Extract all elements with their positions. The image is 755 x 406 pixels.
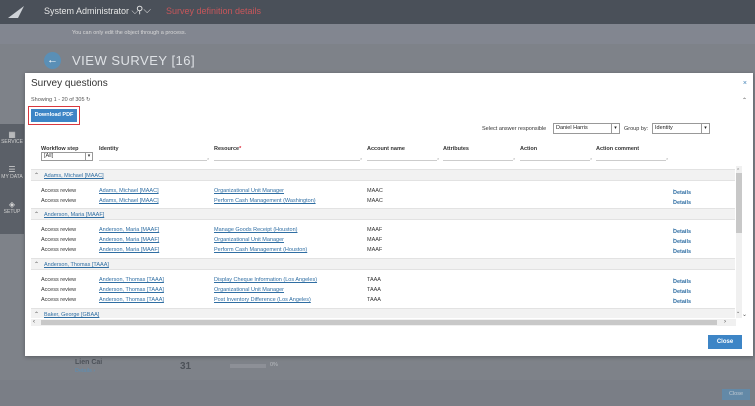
bottom-bar xyxy=(0,380,755,406)
user-menu[interactable]: System Administrator ⌵ xyxy=(44,6,138,17)
table-row: Access review Anderson, Thomas [TAAA] Or… xyxy=(41,287,692,295)
responsible-label: Select answer responsible xyxy=(482,126,547,132)
horizontal-scroll-thumb[interactable] xyxy=(41,320,717,325)
scroll-up-icon[interactable]: ⌃ xyxy=(736,168,740,174)
clear-filter-icon[interactable]: × xyxy=(207,156,209,161)
chevron-up-icon: ⌃ xyxy=(34,212,40,218)
action-filter[interactable] xyxy=(520,153,590,161)
bg-details-link[interactable]: Details › xyxy=(75,368,95,374)
details-link[interactable]: Details › xyxy=(673,287,691,295)
group-header[interactable]: ⌃ Baker, George [GBAA] xyxy=(31,308,735,318)
bg-progress-bar xyxy=(230,364,266,368)
clear-filter-icon[interactable]: × xyxy=(666,156,668,161)
table-row: Access review Anderson, Thomas [TAAA] Di… xyxy=(41,277,692,285)
details-link[interactable]: Details › xyxy=(673,188,691,196)
table-row: Access review Anderson, Maria [MAAF] Per… xyxy=(41,247,692,255)
groupby-select[interactable]: Identity ▾ xyxy=(652,123,710,134)
layers-icon: ◈ xyxy=(8,200,16,209)
resource-filter[interactable] xyxy=(214,153,360,161)
refresh-icon[interactable]: ↻ xyxy=(86,97,91,103)
vertical-scroll-thumb[interactable] xyxy=(736,173,742,233)
close-icon[interactable]: × xyxy=(743,80,747,87)
group-header[interactable]: ⌃ Anderson, Maria [MAAF] xyxy=(31,208,735,220)
col-identity[interactable]: Identity xyxy=(99,146,119,152)
chevron-down-icon: ▾ xyxy=(701,124,709,133)
app-logo-icon xyxy=(8,6,24,18)
menu-icon: ☰ xyxy=(8,165,16,174)
identity-filter[interactable] xyxy=(99,153,207,161)
scroll-down-icon[interactable]: ⌄ xyxy=(742,311,747,318)
action-comment-filter[interactable] xyxy=(596,153,666,161)
col-action-comment[interactable]: Action comment xyxy=(596,146,639,152)
clear-filter-icon[interactable]: × xyxy=(360,156,362,161)
group-header[interactable]: ⌃ Anderson, Thomas [TAAA] xyxy=(31,258,735,270)
col-action[interactable]: Action xyxy=(520,146,537,152)
details-link[interactable]: Details › xyxy=(673,227,691,235)
grid-icon: ▦ xyxy=(8,130,16,139)
scroll-right-icon[interactable]: › xyxy=(724,319,726,325)
table-row: Access review Anderson, Maria [MAAF] Org… xyxy=(41,237,692,245)
col-resource[interactable]: Resource* xyxy=(214,146,241,152)
groupby-label: Group by: xyxy=(624,126,649,132)
attributes-filter[interactable] xyxy=(443,153,513,161)
page-title: VIEW SURVEY [16] xyxy=(72,53,196,68)
details-link[interactable]: Details › xyxy=(673,237,691,245)
details-link[interactable]: Details › xyxy=(673,198,691,206)
bg-count: 31 xyxy=(180,361,192,372)
warning-text: Survey definition details xyxy=(166,6,262,16)
chevron-down-icon: ▾ xyxy=(611,124,619,133)
clear-filter-icon[interactable]: × xyxy=(590,156,592,161)
table-row: Access review Adams, Michael [MAAC] Orga… xyxy=(41,188,692,196)
group-header[interactable]: ⌃ Adams, Michael [MAAC] xyxy=(31,169,735,181)
table-row: Access review Adams, Michael [MAAC] Perf… xyxy=(41,198,692,206)
clear-filter-icon[interactable]: × xyxy=(437,156,439,161)
paging-info: Showing 1 - 20 of 305 ↻ xyxy=(31,97,91,103)
modal-title: Survey questions xyxy=(31,78,108,89)
chevron-up-icon: ⌃ xyxy=(34,173,40,179)
rail-item-service[interactable]: ▦ SERVICE xyxy=(0,130,24,145)
scroll-left-icon[interactable]: ‹ xyxy=(33,319,35,325)
chevron-up-icon: ⌃ xyxy=(34,262,40,268)
survey-questions-modal: Survey questions × Showing 1 - 20 of 305… xyxy=(25,73,753,356)
account-filter[interactable] xyxy=(367,153,437,161)
responsible-select[interactable]: Daniel Harris ▾ xyxy=(553,123,620,134)
download-pdf-button[interactable]: Download PDF xyxy=(28,106,80,125)
bg-person-name: Lien Cai xyxy=(75,359,103,366)
survey-question-list: ⌃ Adams, Michael [MAAC] Access review Ada… xyxy=(31,166,735,318)
back-arrow-icon[interactable]: ← xyxy=(44,52,61,69)
table-row: Access review Anderson, Maria [MAAF] Man… xyxy=(41,227,692,235)
clear-filter-icon[interactable]: × xyxy=(513,156,515,161)
rail-item-mydata[interactable]: ☰ MY DATA xyxy=(0,165,24,180)
chevron-down-icon: ▾ xyxy=(85,153,92,160)
details-link[interactable]: Details › xyxy=(673,247,691,255)
col-account-name[interactable]: Account name xyxy=(367,146,405,152)
scroll-up-icon[interactable]: ⌃ xyxy=(742,97,747,104)
search-icon[interactable]: ⚲⌵ xyxy=(136,5,151,16)
close-button[interactable]: Close xyxy=(708,335,742,349)
details-link[interactable]: Details › xyxy=(673,297,691,305)
workflow-step-filter[interactable]: [All] ▾ xyxy=(41,152,93,161)
notice-text: You can only edit the object through a p… xyxy=(72,30,187,36)
col-attributes[interactable]: Attributes xyxy=(443,146,469,152)
chevron-up-icon: ⌃ xyxy=(34,312,40,318)
table-row: Access review Anderson, Thomas [TAAA] Po… xyxy=(41,297,692,305)
rail-item-setup[interactable]: ◈ SETUP xyxy=(0,200,24,215)
bg-progress-percent: 0% xyxy=(270,362,278,368)
bg-close-button[interactable]: Close xyxy=(722,389,750,400)
scroll-down-icon[interactable]: ⌄ xyxy=(736,309,740,315)
details-link[interactable]: Details › xyxy=(673,277,691,285)
